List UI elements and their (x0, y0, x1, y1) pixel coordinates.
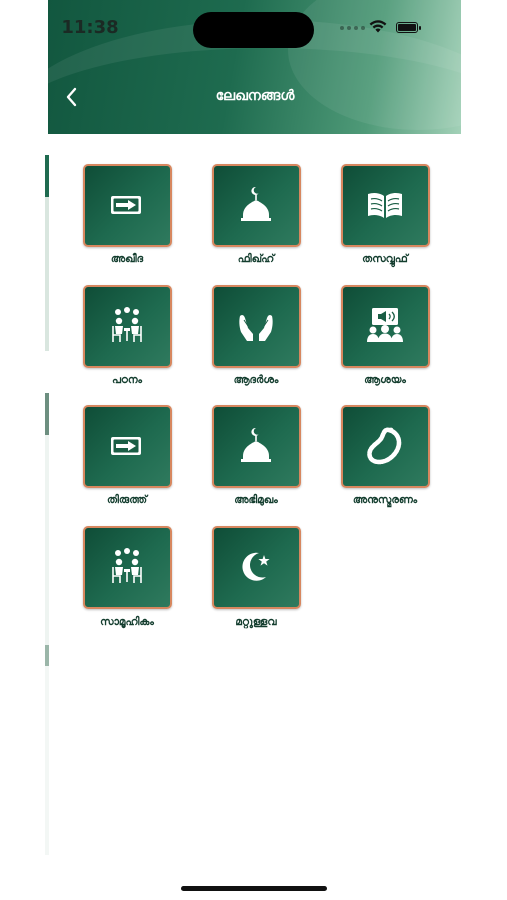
category-label: മറ്റുള്ളവ (235, 616, 277, 628)
open-book-icon (365, 185, 405, 225)
cellular-signal-icon (340, 26, 368, 32)
discussion-icon (107, 547, 147, 587)
category-tile[interactable] (212, 526, 301, 609)
mosque-dome-icon (236, 426, 276, 466)
category-label: അനുസ്മരണം (352, 494, 418, 506)
category-tile[interactable] (341, 405, 430, 488)
category-label: ആദർശം (233, 374, 279, 386)
arrow-right-icon (107, 426, 147, 466)
category-label: ആശയം (364, 374, 406, 386)
category-tile[interactable] (83, 526, 172, 609)
dynamic-island (193, 12, 314, 48)
back-button[interactable] (60, 84, 86, 110)
wifi-icon (369, 20, 387, 33)
category-tile[interactable] (341, 164, 430, 247)
category-label: തിരുത്ത് (107, 494, 147, 506)
category-tile[interactable] (212, 285, 301, 368)
discussion-icon (107, 306, 147, 346)
battery-icon (396, 22, 421, 33)
category-tile[interactable] (341, 285, 430, 368)
status-icons (340, 18, 430, 40)
prayer-beads-icon (365, 426, 405, 466)
category-tile[interactable] (83, 164, 172, 247)
category-tile[interactable] (83, 285, 172, 368)
praying-hands-icon (236, 306, 276, 346)
category-label: തസവ്വുഫ് (362, 253, 408, 265)
side-panel-edge (45, 155, 49, 855)
category-tile[interactable] (212, 164, 301, 247)
crescent-star-icon (236, 547, 276, 587)
category-label: പഠനം (111, 374, 143, 386)
arrow-right-icon (107, 185, 147, 225)
presentation-icon (365, 306, 405, 346)
category-tile[interactable] (212, 405, 301, 488)
page-title: ലേഖനങ്ങൾ (215, 88, 295, 104)
status-time: 11:38 (61, 17, 119, 38)
category-label: സാമൂഹികം (100, 616, 154, 628)
category-label: അഭിമുഖം (234, 494, 278, 506)
category-tile[interactable] (83, 405, 172, 488)
category-label: അഖീദ (110, 253, 144, 265)
home-indicator[interactable] (181, 886, 327, 891)
mosque-dome-icon (236, 185, 276, 225)
category-label: ഫിഖ്ഹ് (237, 253, 275, 265)
